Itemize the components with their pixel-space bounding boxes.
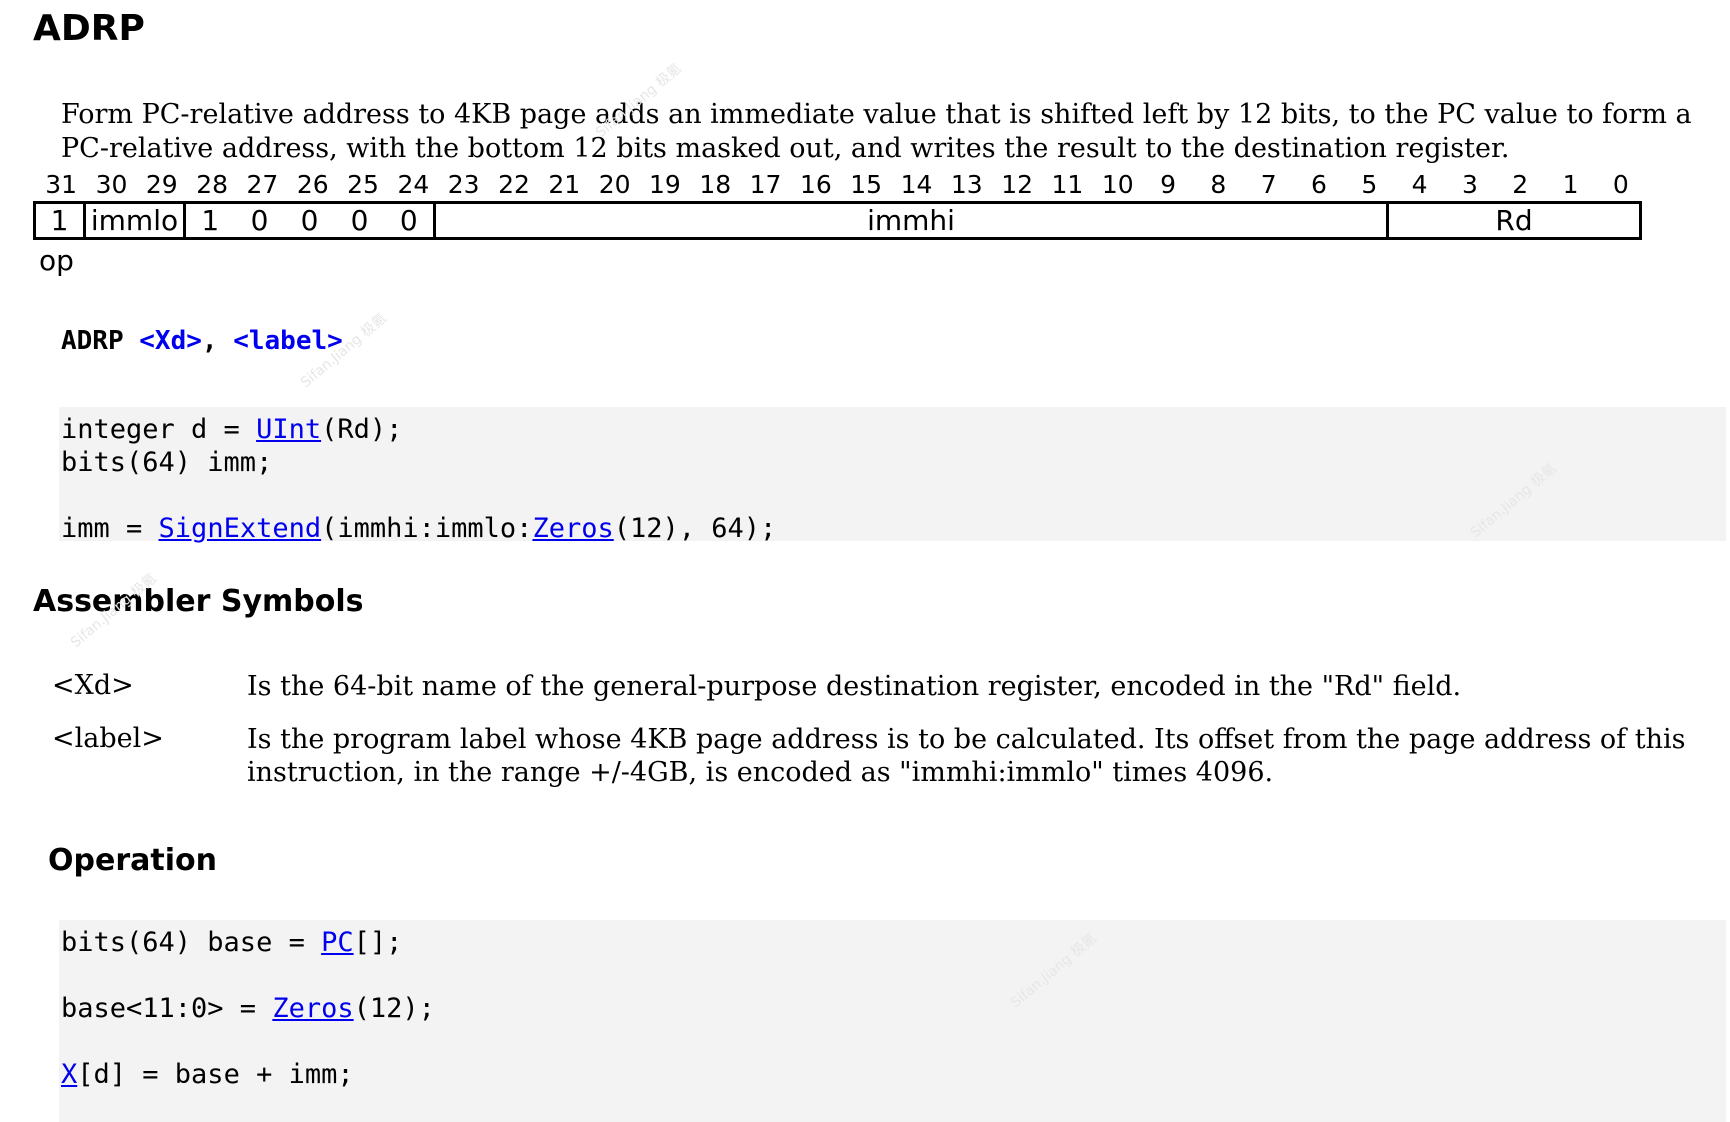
bit-number: 6 — [1311, 170, 1327, 199]
bit-number: 27 — [246, 170, 279, 199]
assembler-symbols-heading: Assembler Symbols — [33, 584, 364, 619]
syntax-mnemonic: ADRP — [61, 326, 124, 356]
x-register-link[interactable]: X — [61, 1059, 77, 1090]
symbol-desc-xd: Is the 64-bit name of the general-purpos… — [247, 671, 1462, 702]
bit-number: 10 — [1101, 170, 1134, 199]
bit-number: 0 — [1612, 170, 1629, 199]
bit-number: 1 — [1562, 170, 1579, 199]
bit-number: 28 — [196, 170, 228, 199]
bit-number: 25 — [347, 170, 379, 199]
field-bit-25: 0 — [334, 201, 385, 240]
bit-number: 22 — [498, 170, 530, 199]
instruction-description: Form PC-relative address to 4KB page add… — [61, 99, 1692, 164]
signextend-link[interactable]: SignExtend — [159, 513, 322, 544]
bit-number: 20 — [598, 170, 631, 199]
uint-link[interactable]: UInt — [256, 414, 321, 445]
bit-number: 13 — [950, 170, 983, 199]
symbol-name-label: <label> — [52, 723, 164, 754]
operation-heading: Operation — [48, 843, 217, 878]
bit-number: 15 — [850, 170, 883, 199]
bit-number: 24 — [397, 170, 430, 199]
bit-number-row: 31 30 29 28 27 26 25 24 23 22 21 20 19 18 17 16 15 14 13 12… — [33, 170, 1643, 200]
bit-number: 21 — [548, 170, 581, 199]
field-op-label: op — [39, 244, 74, 277]
symbol-desc-label: Is the program label whose 4KB page addr… — [247, 724, 1686, 788]
bit-number: 23 — [447, 170, 480, 199]
bit-number: 4 — [1411, 170, 1428, 199]
field-immhi: immhi — [433, 201, 1389, 240]
bit-number: 9 — [1160, 170, 1176, 199]
bit-number: 16 — [799, 170, 832, 199]
field-bit-24: 0 — [384, 201, 436, 240]
zeros-link-2[interactable]: Zeros — [272, 993, 353, 1024]
instruction-syntax: ADRP <Xd>, <label> — [61, 326, 343, 356]
field-bit-27: 0 — [234, 201, 285, 240]
bit-number: 26 — [296, 170, 329, 199]
encoding-diagram: 1 immlo 1 0 0 0 0 immhi Rd — [33, 201, 1642, 240]
bit-number: 14 — [900, 170, 933, 199]
bit-number: 2 — [1512, 170, 1529, 199]
symbol-name-xd: <Xd> — [52, 670, 134, 701]
field-bit-28: 1 — [183, 201, 235, 240]
bit-number: 12 — [1001, 170, 1033, 199]
syntax-xd-link[interactable]: <Xd> — [139, 326, 202, 356]
field-immlo: immlo — [83, 201, 186, 240]
bit-number: 3 — [1461, 170, 1478, 199]
page-title: ADRP — [33, 8, 145, 49]
bit-number: 30 — [95, 170, 128, 199]
bit-number: 31 — [45, 170, 78, 199]
bit-number: 29 — [145, 170, 178, 199]
field-rd: Rd — [1386, 201, 1642, 240]
bit-number: 8 — [1210, 170, 1227, 199]
bit-number: 5 — [1361, 170, 1378, 199]
field-op: 1 — [33, 201, 86, 240]
operation-pseudocode: bits(64) base = PC[]; base<11:0> = Zeros… — [59, 920, 1726, 1122]
bit-number: 11 — [1051, 170, 1084, 199]
field-bit-26: 0 — [284, 201, 335, 240]
bit-number: 17 — [749, 170, 782, 199]
bit-number: 7 — [1260, 170, 1277, 199]
bit-number: 18 — [699, 170, 732, 199]
pc-link[interactable]: PC — [321, 927, 354, 958]
syntax-separator: , — [201, 326, 234, 356]
bit-number: 19 — [649, 170, 681, 199]
zeros-link[interactable]: Zeros — [532, 513, 613, 544]
